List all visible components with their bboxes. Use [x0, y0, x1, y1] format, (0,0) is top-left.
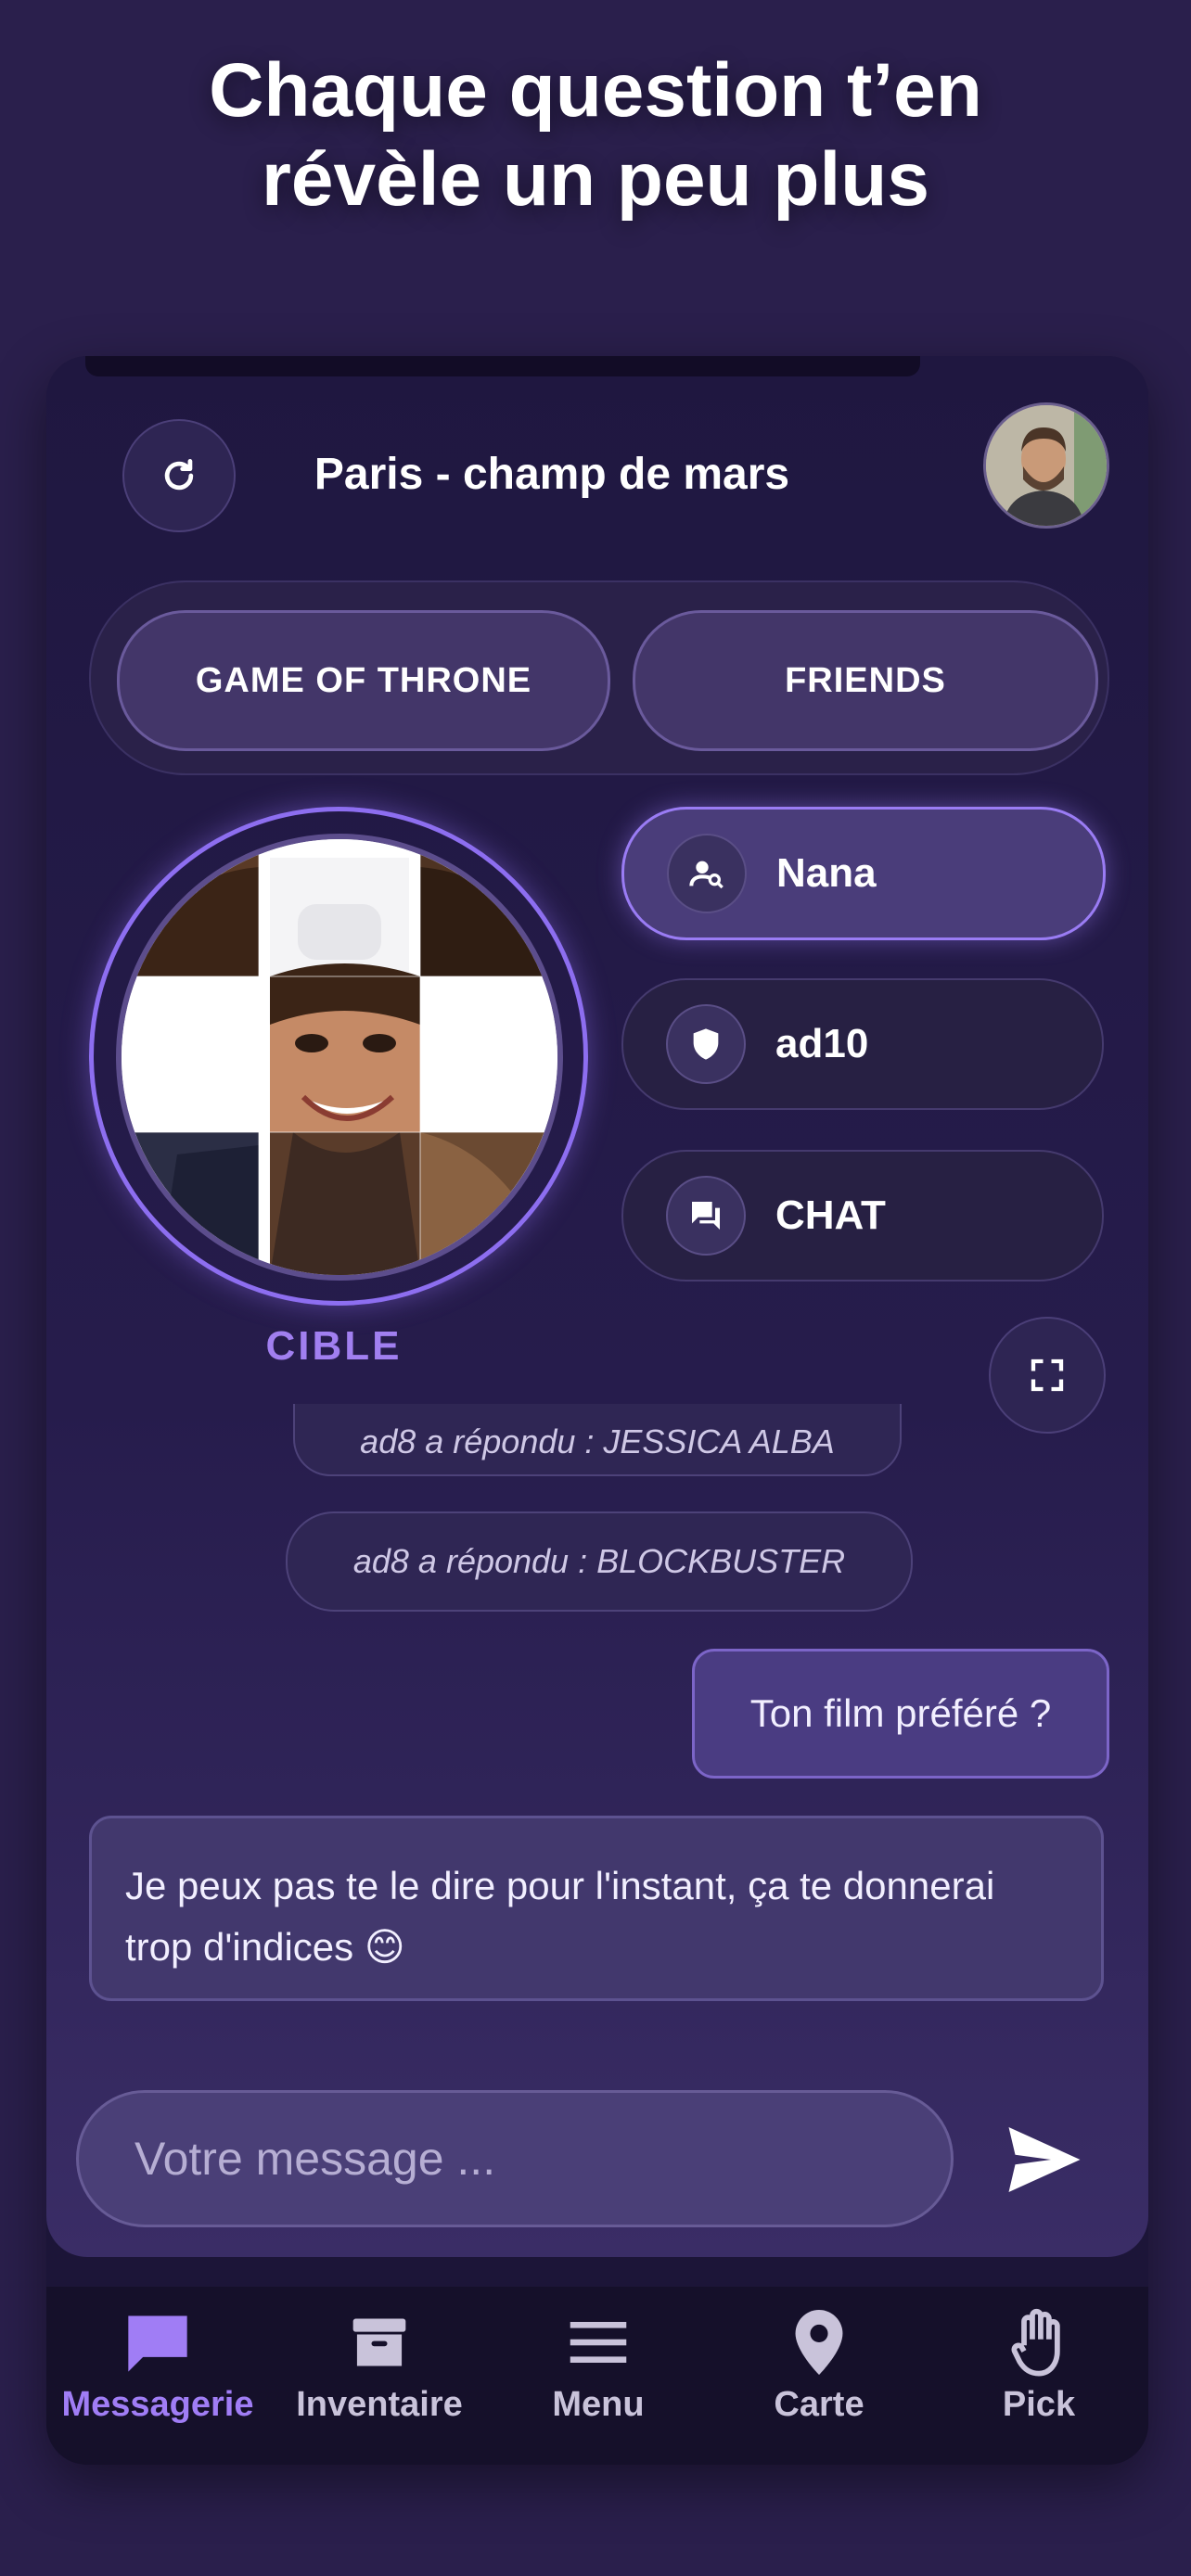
nav-label: Carte [774, 2385, 864, 2424]
revealed-tiles [122, 839, 557, 1275]
user-avatar[interactable] [983, 402, 1109, 529]
refresh-icon [164, 459, 194, 491]
category-tabs: GAME OF THRONE FRIENDS [89, 580, 1109, 775]
page-title: Paris - champ de mars [314, 450, 790, 499]
fullscreen-icon [1031, 1358, 1064, 1392]
target-portrait[interactable] [89, 807, 588, 1306]
system-message: ad8 a répondu : JESSICA ALBA [293, 1404, 902, 1476]
headline: Chaque question t’en révèle un peu plus [0, 46, 1191, 224]
target-photo [116, 834, 563, 1281]
avatar-portrait [986, 405, 1107, 526]
headline-line-2: révèle un peu plus [262, 137, 929, 222]
pill-label-chat: CHAT [775, 1192, 886, 1238]
fullscreen-button[interactable] [989, 1317, 1106, 1434]
incoming-message: Je peux pas te le dire pour l'instant, ç… [89, 1816, 1104, 2001]
message-icon [122, 2302, 193, 2383]
person-search-icon [667, 834, 747, 913]
nav-label: Pick [1002, 2385, 1076, 2424]
system-message-text: ad8 a répondu : JESSICA ALBA [360, 1422, 835, 1460]
message-input[interactable] [76, 2090, 954, 2227]
nav-label: Inventaire [296, 2385, 463, 2424]
target-name-pill[interactable]: Nana [621, 807, 1106, 940]
target-label: CIBLE [265, 1323, 403, 1369]
pill-label-team: ad10 [775, 1021, 869, 1066]
pill-label-name: Nana [776, 850, 877, 896]
chat-icon [666, 1176, 746, 1256]
bottom-navigation: Messagerie Inventaire Menu Carte Pick [46, 2287, 1148, 2465]
tab-game-of-throne[interactable]: GAME OF THRONE [117, 610, 610, 751]
send-button[interactable] [1005, 2123, 1083, 2196]
team-pill[interactable]: ad10 [621, 978, 1104, 1110]
nav-label: Messagerie [61, 2385, 254, 2424]
tab-friends[interactable]: FRIENDS [633, 610, 1098, 751]
system-message: ad8 a répondu : BLOCKBUSTER [286, 1511, 913, 1612]
nav-pick[interactable]: Pick [928, 2302, 1148, 2441]
system-message-text: ad8 a répondu : BLOCKBUSTER [352, 1542, 846, 1580]
hand-icon [1009, 2302, 1069, 2383]
nav-label: Menu [552, 2385, 645, 2424]
menu-icon [568, 2302, 629, 2383]
refresh-button[interactable] [122, 419, 236, 532]
headline-line-1: Chaque question t’en [209, 48, 982, 133]
outgoing-message: Ton film préféré ? [692, 1649, 1109, 1779]
nav-messagerie[interactable]: Messagerie [46, 2302, 269, 2441]
shield-icon [666, 1004, 746, 1084]
status-notch [85, 356, 920, 376]
nav-inventaire[interactable]: Inventaire [268, 2302, 491, 2441]
send-icon [1008, 2127, 1081, 2192]
phone-frame: Paris - champ de mars GAME OF THRONE FRI… [46, 356, 1148, 2465]
nav-carte[interactable]: Carte [708, 2302, 930, 2441]
game-screen: Paris - champ de mars GAME OF THRONE FRI… [46, 356, 1148, 2257]
map-pin-icon [795, 2302, 843, 2383]
chat-pill[interactable]: CHAT [621, 1150, 1104, 1282]
archive-icon [348, 2302, 411, 2383]
nav-menu[interactable]: Menu [487, 2302, 710, 2441]
